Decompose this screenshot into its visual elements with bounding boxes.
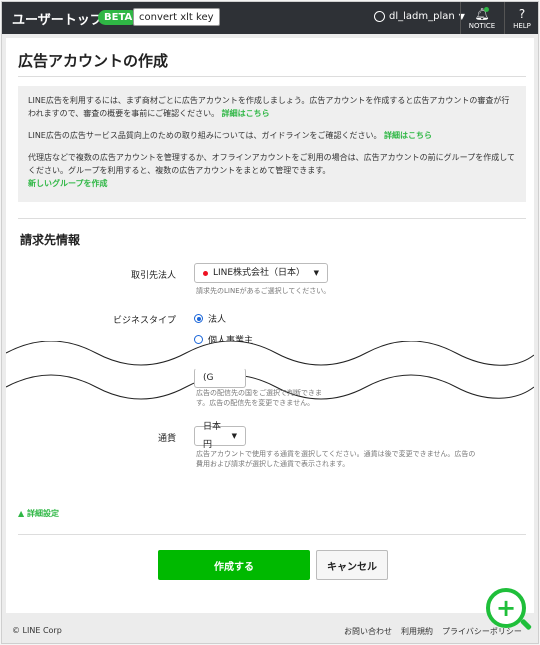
top-bar: ユーザートップ BETA convert xlt key dl_ladm_pla… [2, 2, 538, 34]
guideline-link[interactable]: 詳細はこちら [384, 131, 432, 140]
chevron-up-icon: ▲ [18, 509, 25, 518]
notice-button[interactable]: 🔔︎ NOTICE [464, 5, 500, 30]
company-label: 取引先法人 [130, 271, 176, 281]
advanced-settings-toggle[interactable]: ▲ 詳細設定 [18, 508, 59, 519]
company-flag-icon [203, 270, 208, 276]
divider [18, 534, 526, 535]
currency-label: 通貨 [157, 434, 176, 444]
footer-link-terms[interactable]: 利用規約 [401, 626, 433, 637]
info-paragraph: 代理店などで複数の広告アカウントを管理するか、オフラインアカウントをご利用の場合… [28, 151, 516, 190]
bell-icon: 🔔︎ [474, 7, 490, 21]
divider [460, 2, 461, 34]
key-label: convert xlt key [133, 8, 220, 26]
footer-link-contact[interactable]: お問い合わせ [344, 626, 392, 637]
chevron-down-icon: ▼ [313, 269, 319, 277]
footer: © LINE Corp お問い合わせ 利用規約 プライバシーポリシー [2, 614, 538, 643]
zoom-in-icon[interactable]: + [486, 588, 526, 628]
biz-type-label: ビジネスタイプ [112, 316, 176, 326]
plus-icon: + [496, 594, 517, 622]
divider [504, 2, 505, 34]
radio-label: 法人 [208, 315, 227, 325]
notice-label: NOTICE [468, 22, 496, 30]
currency-select[interactable]: 日本円 ▼ [194, 422, 246, 450]
help-label: HELP [513, 22, 531, 30]
app-title[interactable]: ユーザートップ [12, 9, 103, 28]
copyright: © LINE Corp [12, 626, 62, 635]
footer-links: お問い合わせ 利用規約 プライバシーポリシー [344, 626, 522, 637]
main-card: 広告アカウントの作成 LINE広告を利用するには、まず商材ごとに広告アカウントを… [6, 38, 534, 613]
detail-link[interactable]: 詳細はこちら [222, 109, 270, 118]
biz-type-radio-corporate[interactable]: 法人 [194, 312, 226, 325]
user-name: dl_ladm_plan [389, 11, 455, 22]
company-value: LINE株式会社（日本） [212, 268, 306, 278]
page-title: 広告アカウントの作成 [18, 52, 169, 70]
info-paragraph: LINE広告の広告サービス品質向上のための取り組みについては、ガイドラインをご確… [28, 129, 516, 142]
info-text: 代理店などで複数の広告アカウントを管理するか、オフラインアカウントをご利用の場合… [28, 153, 515, 175]
radio-checked-icon [194, 314, 203, 323]
create-button[interactable]: 作成する [158, 550, 310, 580]
help-button[interactable]: ? HELP [508, 5, 536, 30]
advanced-label: 詳細設定 [26, 509, 59, 518]
section-title: 請求先情報 [20, 233, 81, 247]
divider [18, 218, 526, 219]
currency-help: 広告アカウントで使用する通貨を選択してください。通貨は後で変更できません。広告の… [196, 450, 476, 468]
page-frame: ユーザートップ BETA convert xlt key dl_ladm_pla… [1, 1, 539, 644]
partial-value: (G [203, 373, 214, 383]
divider [18, 76, 526, 77]
footer-link-privacy[interactable]: プライバシーポリシー [442, 626, 522, 637]
chevron-down-icon: ▼ [231, 432, 237, 440]
info-text: LINE広告の広告サービス品質向上のための取り組みについては、ガイドラインをご確… [28, 131, 382, 140]
info-box: LINE広告を利用するには、まず商材ごとに広告アカウントを作成しましょう。広告ア… [18, 86, 526, 202]
company-help: 請求先のLINEがあるご選択してください。 [196, 287, 331, 295]
help-icon: ? [518, 7, 526, 21]
partial-select[interactable]: (G [194, 368, 246, 388]
notice-dot [484, 7, 489, 12]
partial-help: 広告の配信先の国をご選択で判断できます。広告の配信先を変更できません。 [196, 389, 322, 407]
user-icon [374, 11, 385, 22]
company-select[interactable]: LINE株式会社（日本） ▼ [194, 263, 328, 283]
create-group-link[interactable]: 新しいグループを作成 [28, 179, 108, 188]
user-menu[interactable]: dl_ladm_plan ▼ [374, 11, 465, 22]
cancel-button[interactable]: キャンセル [316, 550, 388, 580]
info-paragraph: LINE広告を利用するには、まず商材ごとに広告アカウントを作成しましょう。広告ア… [28, 94, 516, 120]
